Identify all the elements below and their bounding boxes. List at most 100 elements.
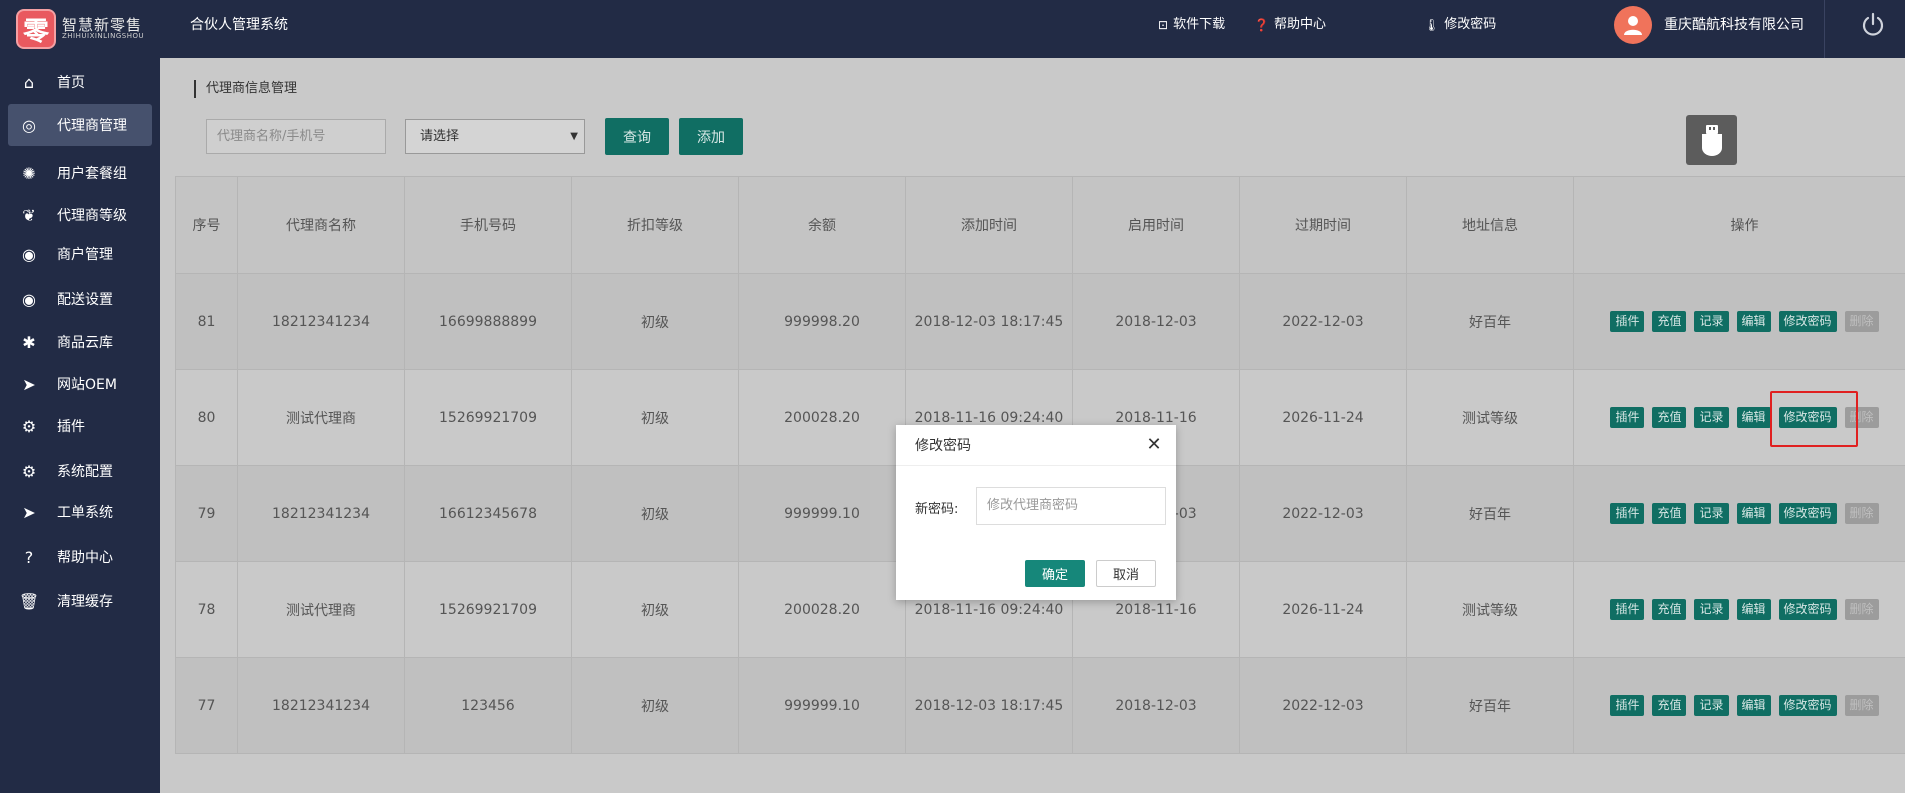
sidebar-item-label: 代理商管理 [57, 118, 127, 134]
table-cell: 初级 [571, 561, 739, 658]
record-button[interactable]: 记录 [1694, 695, 1729, 716]
sidebar-item-4[interactable]: ◉ 商户管理 [8, 233, 152, 275]
sidebar-item-7[interactable]: ➤ 网站OEM [8, 363, 152, 405]
record-button[interactable]: 记录 [1694, 407, 1729, 428]
sidebar-item-0[interactable]: ⌂ 首页 [8, 61, 152, 103]
top-header: 零 智慧新零售 ZHIHUIXINLINGSHOU 合伙人管理系统 ⊡ 软件下载… [0, 0, 1905, 58]
table-cell: 初级 [571, 273, 739, 370]
recharge-button[interactable]: 充值 [1652, 695, 1687, 716]
question-icon: ? [24, 547, 34, 567]
change-password-button[interactable]: 修改密码 [1778, 311, 1837, 332]
table-cell: 2022-12-03 [1239, 273, 1407, 370]
table-cell: 测试代理商 [237, 369, 405, 466]
delete-button[interactable]: 删除 [1844, 695, 1879, 716]
sidebar-item-6[interactable]: ✱ 商品云库 [8, 321, 152, 363]
change-password-button[interactable]: 修改密码 [1778, 695, 1837, 716]
sidebar-item-12[interactable]: 🗑 清理缓存 [8, 580, 152, 622]
sidebar-item-3[interactable]: ❦ 代理商等级 [8, 194, 152, 236]
delete-button[interactable]: 删除 [1844, 311, 1879, 332]
logo-title: 智慧新零售 [62, 15, 143, 34]
question-circle-icon: ❓ [1254, 18, 1269, 32]
table-cell: 初级 [571, 369, 739, 466]
change-password-link[interactable]: 🌡 修改密码 [1424, 0, 1496, 50]
recharge-button[interactable]: 充值 [1652, 503, 1687, 524]
plugin-button[interactable]: 插件 [1610, 407, 1645, 428]
record-button[interactable]: 记录 [1694, 503, 1729, 524]
sidebar-item-label: 商户管理 [57, 247, 113, 263]
company-name[interactable]: 重庆酷航科技有限公司 [1664, 0, 1804, 50]
logo-badge-icon: 零 [16, 9, 56, 49]
recharge-button[interactable]: 充值 [1652, 407, 1687, 428]
logout-button[interactable] [1860, 12, 1886, 38]
table-cell: 测试等级 [1406, 561, 1574, 658]
recharge-button[interactable]: 充值 [1652, 311, 1687, 332]
table-cell: 79 [175, 465, 238, 562]
asterisk-icon: ✱ [22, 332, 36, 352]
table-cell: 好百年 [1406, 657, 1574, 754]
sidebar-item-label: 插件 [57, 419, 85, 435]
table-cell: 123456 [404, 657, 572, 754]
delete-button[interactable]: 删除 [1844, 407, 1879, 428]
table-cell: 2018-12-03 18:17:45 [905, 273, 1073, 370]
avatar[interactable] [1614, 6, 1652, 44]
sidebar: ⌂ 首页 ◎ 代理商管理 ✺ 用户套餐组 ❦ 代理商等级 ◉ 商户管理 ◉ 配送设置 ✱ 商品云库 ➤ 网站O… [0, 58, 160, 793]
gears-icon: ⚙ [21, 461, 37, 481]
delete-button[interactable]: 删除 [1844, 599, 1879, 620]
usb-button[interactable] [1686, 115, 1737, 165]
sidebar-item-2[interactable]: ✺ 用户套餐组 [8, 152, 152, 194]
delete-button[interactable]: 删除 [1844, 503, 1879, 524]
record-button[interactable]: 记录 [1694, 311, 1729, 332]
help-center-link[interactable]: ❓ 帮助中心 [1254, 0, 1326, 50]
system-title: 合伙人管理系统 [190, 17, 288, 33]
plugin-button[interactable]: 插件 [1610, 599, 1645, 620]
sidebar-item-label: 帮助中心 [57, 550, 113, 566]
plugin-button[interactable]: 插件 [1610, 503, 1645, 524]
column-header: 过期时间 [1239, 176, 1407, 274]
table-cell: 200028.20 [738, 561, 906, 658]
record-button[interactable]: 记录 [1694, 599, 1729, 620]
table-cell: 15269921709 [404, 369, 572, 466]
table-cell: 200028.20 [738, 369, 906, 466]
sidebar-item-label: 网站OEM [57, 377, 117, 393]
table-cell: 2026-11-24 [1239, 561, 1407, 658]
plugin-button[interactable]: 插件 [1610, 695, 1645, 716]
change-password-button[interactable]: 修改密码 [1778, 407, 1837, 428]
ops-cell: 插件 充值 记录 编辑 修改密码 删除 [1573, 369, 1905, 466]
edit-button[interactable]: 编辑 [1736, 599, 1771, 620]
sidebar-item-9[interactable]: ⚙ 系统配置 [8, 450, 152, 492]
edit-button[interactable]: 编辑 [1736, 695, 1771, 716]
edit-button[interactable]: 编辑 [1736, 311, 1771, 332]
header-divider [1824, 0, 1825, 58]
change-password-button[interactable]: 修改密码 [1778, 503, 1837, 524]
edit-button[interactable]: 编辑 [1736, 407, 1771, 428]
new-password-input[interactable]: 修改代理商密码 [976, 487, 1166, 525]
plugin-button[interactable]: 插件 [1610, 311, 1645, 332]
sidebar-item-5[interactable]: ◉ 配送设置 [8, 278, 152, 320]
query-button[interactable]: 查询 [605, 118, 669, 155]
table-cell: 2018-12-03 [1072, 657, 1240, 754]
recharge-button[interactable]: 充值 [1652, 599, 1687, 620]
edit-button[interactable]: 编辑 [1736, 503, 1771, 524]
logo-subtitle: ZHIHUIXINLINGSHOU [62, 32, 145, 41]
sidebar-item-label: 系统配置 [57, 464, 113, 480]
column-header: 代理商名称 [237, 176, 405, 274]
sidebar-item-11[interactable]: ? 帮助中心 [8, 536, 152, 578]
add-button[interactable]: 添加 [679, 118, 743, 155]
column-header: 地址信息 [1406, 176, 1574, 274]
sidebar-item-10[interactable]: ➤ 工单系统 [8, 491, 152, 533]
table-cell: 18212341234 [237, 465, 405, 562]
sidebar-item-8[interactable]: ⚙ 插件 [8, 405, 152, 447]
close-icon[interactable]: ✕ [1146, 436, 1162, 454]
search-input[interactable]: 代理商名称/手机号 [206, 119, 386, 154]
table-cell: 2026-11-24 [1239, 369, 1407, 466]
dialog-title: 修改密码 [915, 438, 971, 454]
logo[interactable]: 零 智慧新零售 ZHIHUIXINLINGSHOU [0, 0, 160, 58]
level-select[interactable]: 请选择 ▼ [405, 119, 585, 154]
column-header: 操作 [1573, 176, 1905, 274]
sidebar-item-1[interactable]: ◎ 代理商管理 [8, 104, 152, 146]
table-cell: 999999.10 [738, 657, 906, 754]
software-download-link[interactable]: ⊡ 软件下载 [1158, 0, 1225, 50]
change-password-button[interactable]: 修改密码 [1778, 599, 1837, 620]
confirm-button[interactable]: 确定 [1025, 560, 1085, 587]
cancel-button[interactable]: 取消 [1096, 560, 1156, 587]
